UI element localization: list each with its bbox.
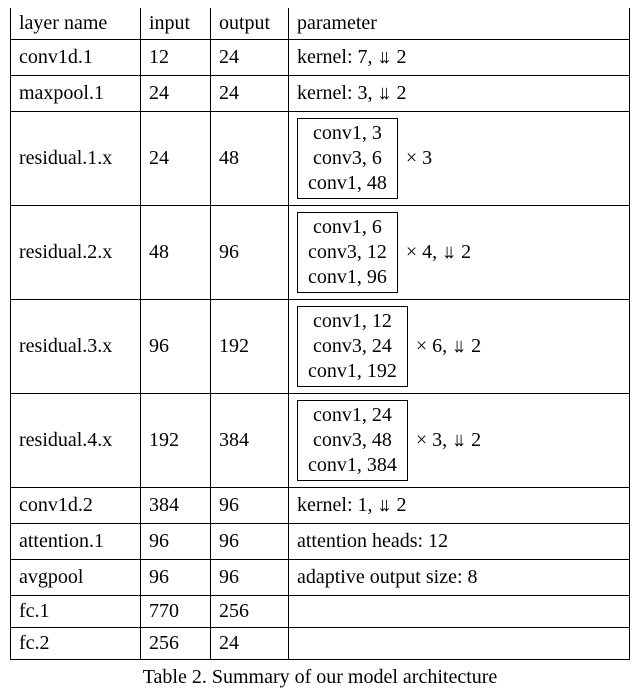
cell-layer: attention.1 (11, 524, 141, 560)
table-caption: Table 2. Summary of our model architectu… (10, 666, 630, 689)
table-row: residual.3.x96192conv1, 12conv3, 24conv1… (11, 300, 630, 394)
table-row: conv1d.238496kernel: 1, ↓↓ 2 (11, 488, 630, 524)
table-row: conv1d.11224kernel: 7, ↓↓ 2 (11, 40, 630, 76)
cell-layer: fc.1 (11, 596, 141, 628)
cell-layer: avgpool (11, 560, 141, 596)
table-row: residual.4.x192384conv1, 24conv3, 48conv… (11, 394, 630, 488)
block-line: conv1, 48 (308, 171, 387, 196)
residual-block: conv1, 24conv3, 48conv1, 384 (297, 400, 408, 481)
cell-layer: residual.2.x (11, 206, 141, 300)
cell-input: 192 (141, 394, 211, 488)
cell-layer: conv1d.1 (11, 40, 141, 76)
block-multiplier: × 6, ↓↓ 2 (416, 335, 481, 358)
cell-input: 12 (141, 40, 211, 76)
block-line: conv1, 3 (313, 121, 382, 146)
residual-block: conv1, 12conv3, 24conv1, 192 (297, 306, 408, 387)
cell-input: 24 (141, 112, 211, 206)
cell-output: 384 (211, 394, 289, 488)
block-line: conv3, 6 (313, 146, 382, 171)
cell-output: 256 (211, 596, 289, 628)
col-param: parameter (289, 8, 630, 40)
block-line: conv1, 384 (308, 453, 397, 478)
block-line: conv1, 6 (313, 215, 382, 240)
cell-param: conv1, 3conv3, 6conv1, 48 × 3 (289, 112, 630, 206)
cell-output: 96 (211, 560, 289, 596)
cell-param: conv1, 6conv3, 12conv1, 96 × 4, ↓↓ 2 (289, 206, 630, 300)
cell-input: 96 (141, 300, 211, 394)
cell-input: 96 (141, 560, 211, 596)
cell-layer: fc.2 (11, 628, 141, 660)
cell-layer: maxpool.1 (11, 76, 141, 112)
table-row: avgpool9696adaptive output size: 8 (11, 560, 630, 596)
cell-layer: residual.1.x (11, 112, 141, 206)
cell-output: 192 (211, 300, 289, 394)
table-row: residual.1.x2448conv1, 3conv3, 6conv1, 4… (11, 112, 630, 206)
cell-output: 24 (211, 76, 289, 112)
cell-output: 96 (211, 206, 289, 300)
block-line: conv1, 192 (308, 359, 397, 384)
block-line: conv3, 48 (313, 428, 392, 453)
block-multiplier: × 4, ↓↓ 2 (406, 241, 471, 264)
cell-input: 48 (141, 206, 211, 300)
col-output: output (211, 8, 289, 40)
cell-param (289, 628, 630, 660)
cell-param: conv1, 12conv3, 24conv1, 192 × 6, ↓↓ 2 (289, 300, 630, 394)
architecture-table: layer name input output parameter conv1d… (10, 8, 630, 660)
cell-input: 256 (141, 628, 211, 660)
table-row: attention.19696attention heads: 12 (11, 524, 630, 560)
cell-input: 770 (141, 596, 211, 628)
cell-output: 24 (211, 40, 289, 76)
cell-param: kernel: 7, ↓↓ 2 (289, 40, 630, 76)
cell-output: 24 (211, 628, 289, 660)
block-line: conv3, 12 (308, 240, 387, 265)
cell-input: 384 (141, 488, 211, 524)
block-multiplier: × 3, ↓↓ 2 (416, 429, 481, 452)
col-layer: layer name (11, 8, 141, 40)
residual-block: conv1, 6conv3, 12conv1, 96 (297, 212, 398, 293)
cell-param: kernel: 3, ↓↓ 2 (289, 76, 630, 112)
cell-param (289, 596, 630, 628)
block-line: conv1, 24 (313, 403, 392, 428)
cell-param: adaptive output size: 8 (289, 560, 630, 596)
block-line: conv1, 12 (313, 309, 392, 334)
block-line: conv1, 96 (308, 265, 387, 290)
cell-input: 96 (141, 524, 211, 560)
block-line: conv3, 24 (313, 334, 392, 359)
cell-param: attention heads: 12 (289, 524, 630, 560)
cell-layer: conv1d.2 (11, 488, 141, 524)
table-row: fc.225624 (11, 628, 630, 660)
cell-input: 24 (141, 76, 211, 112)
cell-output: 48 (211, 112, 289, 206)
table-row: residual.2.x4896conv1, 6conv3, 12conv1, … (11, 206, 630, 300)
cell-param: kernel: 1, ↓↓ 2 (289, 488, 630, 524)
table-row: maxpool.12424kernel: 3, ↓↓ 2 (11, 76, 630, 112)
table-header-row: layer name input output parameter (11, 8, 630, 40)
cell-output: 96 (211, 488, 289, 524)
cell-param: conv1, 24conv3, 48conv1, 384 × 3, ↓↓ 2 (289, 394, 630, 488)
block-multiplier: × 3 (406, 147, 432, 170)
cell-layer: residual.3.x (11, 300, 141, 394)
residual-block: conv1, 3conv3, 6conv1, 48 (297, 118, 398, 199)
col-input: input (141, 8, 211, 40)
table-row: fc.1770256 (11, 596, 630, 628)
cell-layer: residual.4.x (11, 394, 141, 488)
cell-output: 96 (211, 524, 289, 560)
